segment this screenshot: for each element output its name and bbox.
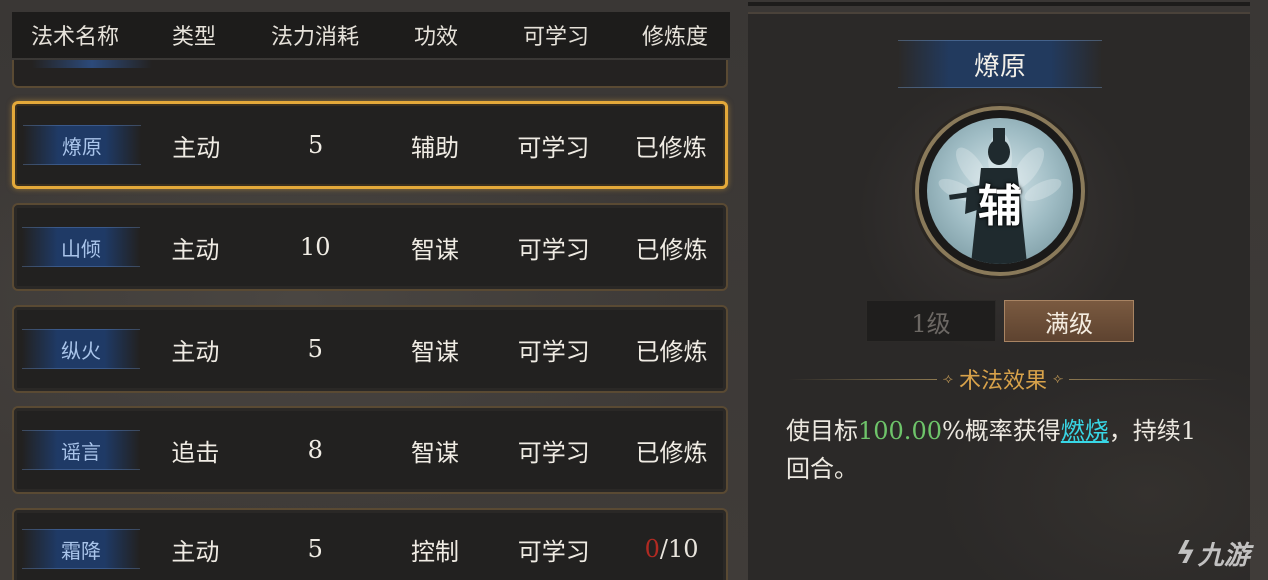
- spell-name: 谣言: [22, 430, 140, 470]
- effect-percent: 100.00: [858, 417, 942, 445]
- level-1-button[interactable]: 1级: [866, 300, 996, 342]
- spell-row-yaoyan[interactable]: 谣言 追击 8 智谋 可学习 已修炼: [12, 406, 728, 494]
- spell-effect: 智谋: [410, 438, 459, 467]
- spell-effect: 控制: [410, 537, 459, 566]
- header-learnable[interactable]: 可学习: [492, 19, 620, 51]
- level-max-button[interactable]: 满级: [1004, 300, 1134, 342]
- divider-left: [788, 378, 937, 380]
- spell-type: 主动: [172, 133, 221, 162]
- spell-progress: 0/10: [617, 535, 726, 563]
- spell-name-cell: 谣言: [14, 430, 140, 470]
- spell-title: 燎原: [973, 51, 1026, 82]
- spell-type: 追击: [171, 438, 220, 467]
- spell-cost: 5: [307, 535, 323, 563]
- spell-effect: 智谋: [410, 235, 459, 264]
- effect-description: 使目标100.00%概率获得燃烧，持续1回合。: [786, 412, 1216, 488]
- ornament-left-icon: ⟢: [942, 371, 953, 387]
- spell-learnable: 可学习: [517, 438, 590, 467]
- spell-learnable: 可学习: [517, 537, 590, 566]
- spell-progress: 已修炼: [635, 235, 708, 264]
- spell-row-shanqing[interactable]: 山倾 主动 10 智谋 可学习 已修炼: [12, 203, 728, 291]
- divider-right: [1069, 378, 1219, 380]
- spell-name-cell: 山倾: [14, 227, 140, 267]
- spell-progress: 已修炼: [635, 438, 708, 467]
- list-row-partial[interactable]: [12, 60, 728, 88]
- progress-current: 0: [644, 535, 660, 563]
- effect-header-label: 术法效果: [959, 369, 1048, 394]
- header-cost[interactable]: 法力消耗: [250, 19, 380, 51]
- spell-row-shuangjiang[interactable]: 霜降 主动 5 控制 可学习 0/10: [12, 508, 728, 580]
- spell-type: 主动: [171, 337, 220, 366]
- spell-name-cell: 纵火: [14, 329, 140, 369]
- portrait-glyph: 辅: [978, 181, 1022, 232]
- spell-learnable: 可学习: [517, 133, 590, 162]
- spell-learnable: 可学习: [517, 337, 590, 366]
- spell-name: 燎原: [23, 125, 141, 165]
- spell-effect: 智谋: [410, 337, 459, 366]
- effect-text-pre: 使目标: [786, 417, 858, 445]
- spell-cost: 8: [307, 436, 323, 464]
- spell-name: 山倾: [22, 227, 140, 267]
- burn-keyword-link[interactable]: 燃烧: [1061, 417, 1109, 445]
- header-name[interactable]: 法术名称: [12, 19, 138, 51]
- spell-name: 霜降: [22, 529, 140, 569]
- spell-effect: 辅助: [410, 133, 459, 162]
- effect-section-header: ⟢ 术法效果 ⟣: [788, 364, 1219, 394]
- spell-cost: 5: [307, 335, 323, 363]
- site-watermark: ϟ 九游: [1176, 530, 1266, 576]
- spell-progress: 已修炼: [635, 337, 708, 366]
- ornament-right-icon: ⟣: [1053, 371, 1064, 387]
- progress-max: /10: [659, 535, 699, 563]
- header-effect[interactable]: 功效: [380, 19, 492, 51]
- effect-text-mid: %概率获得: [941, 417, 1061, 445]
- spell-cost: 10: [299, 233, 331, 261]
- list-header: 法术名称 类型 法力消耗 功效 可学习 修炼度: [12, 12, 730, 58]
- spell-row-zonghuo[interactable]: 纵火 主动 5 智谋 可学习 已修炼: [12, 305, 728, 393]
- lightning-logo-icon: ϟ: [1176, 535, 1196, 571]
- spell-list: 法术名称 类型 法力消耗 功效 可学习 修炼度 燎原 主动 5 辅助 可学习 已…: [0, 0, 740, 580]
- spell-progress: 已修炼: [634, 133, 707, 162]
- spell-row-liaoyuan[interactable]: 燎原 主动 5 辅助 可学习 已修炼: [12, 101, 728, 189]
- spell-name-cell: 燎原: [15, 125, 141, 165]
- header-progress[interactable]: 修炼度: [620, 19, 730, 51]
- watermark-text: 九游: [1197, 540, 1250, 571]
- spell-name: 纵火: [22, 329, 140, 369]
- spell-type: 主动: [171, 537, 220, 566]
- spell-type: 主动: [171, 235, 220, 264]
- portrait-image: 辅: [927, 118, 1073, 264]
- panel-background: [748, 14, 1250, 580]
- spell-portrait: 辅: [915, 106, 1085, 276]
- spell-name-cell: 霜降: [14, 529, 140, 569]
- spell-learnable: 可学习: [517, 235, 590, 264]
- header-type[interactable]: 类型: [138, 19, 250, 51]
- spell-cost: 5: [307, 131, 324, 159]
- spell-detail-panel: 燎原 辅 1级 满级 ⟢ 术法效果 ⟣ 使目标100.00%概率获得燃烧，持续1…: [748, 2, 1250, 580]
- spell-title-banner: 燎原: [898, 40, 1102, 88]
- name-tag-partial: [32, 60, 152, 68]
